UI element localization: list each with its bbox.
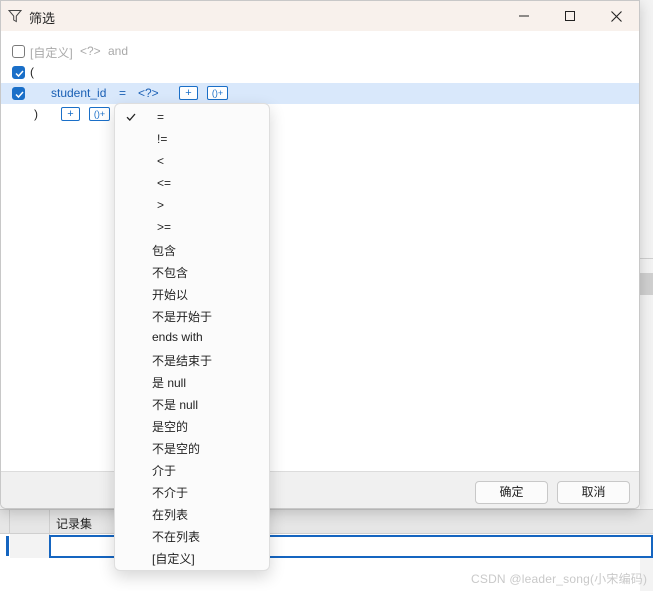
operator-menu-item[interactable]: 不是结束于 <box>115 348 269 370</box>
checkmark-icon <box>126 113 136 121</box>
cancel-button[interactable]: 取消 <box>557 481 630 504</box>
add-group-button[interactable]: ()+ <box>89 107 110 121</box>
background-scrollbar[interactable] <box>640 273 653 295</box>
operator-menu-item[interactable]: [自定义] <box>115 546 269 568</box>
operator-menu-item[interactable]: 介于 <box>115 458 269 480</box>
ok-button[interactable]: 确定 <box>475 481 548 504</box>
title-bar: 筛选 <box>1 1 639 31</box>
add-condition-button[interactable]: + <box>61 107 80 121</box>
operator-menu-item[interactable]: = <box>115 106 269 128</box>
operator-menu-item[interactable]: 不包含 <box>115 260 269 282</box>
maximize-icon <box>565 11 575 21</box>
operator-menu-item[interactable]: 包含 <box>115 238 269 260</box>
operator-menu-item[interactable]: 不是空的 <box>115 436 269 458</box>
operator-menu-item-label: = <box>157 110 165 124</box>
operator-menu-item[interactable]: > <box>115 194 269 216</box>
grid-header-rowhead <box>10 510 50 533</box>
grid-header-corner <box>0 510 10 533</box>
custom-row-checkbox[interactable] <box>12 45 25 58</box>
operator-menu-item-label: [自定义] <box>152 552 195 566</box>
background-divider <box>640 258 653 259</box>
condition-field[interactable]: student_id <box>51 86 106 100</box>
operator-menu-item-label: 不介于 <box>152 486 189 500</box>
custom-value-placeholder[interactable]: <?> <box>80 44 101 58</box>
operator-menu-item[interactable]: ends with <box>115 326 269 348</box>
operator-menu-item-label: 不是结束于 <box>152 354 213 368</box>
dialog-footer: 确定 取消 <box>1 471 639 508</box>
operator-menu-item[interactable]: 不介于 <box>115 480 269 502</box>
operator-menu-item-label: 不在列表 <box>152 530 201 544</box>
operator-menu-item-label: < <box>157 154 165 168</box>
minimize-icon <box>519 15 529 17</box>
filter-row-group-open[interactable]: ( <box>1 62 639 83</box>
operator-menu-item[interactable]: 不是开始于 <box>115 304 269 326</box>
operator-menu-item[interactable]: != <box>115 128 269 150</box>
operator-menu-item-label: 是 null <box>152 376 187 390</box>
operator-menu-item-label: 不包含 <box>152 266 189 280</box>
background-panel <box>640 0 653 591</box>
filter-row-group-close[interactable]: ) + ()+ <box>1 104 639 125</box>
operator-menu-item-label: >= <box>157 220 172 234</box>
row-indicator <box>6 536 9 556</box>
operator-menu-item-label: 不是开始于 <box>152 310 213 324</box>
condition-checkbox[interactable] <box>12 87 25 100</box>
group-checkbox[interactable] <box>12 66 25 79</box>
group-open-paren: ( <box>30 65 34 79</box>
filter-row-custom[interactable]: [自定义] <?> and <box>1 41 639 62</box>
operator-menu-item-label: 介于 <box>152 464 177 478</box>
group-close-paren: ) <box>34 107 38 121</box>
operator-menu-item-label: > <box>157 198 165 212</box>
operator-menu-item-label: 不是 null <box>152 398 199 412</box>
operator-menu-item[interactable]: 是 null <box>115 370 269 392</box>
condition-value[interactable]: <?> <box>138 86 159 100</box>
grid-header: 记录集 <box>0 509 653 534</box>
operator-menu-item[interactable]: 开始以 <box>115 282 269 304</box>
operator-menu-item-label: 包含 <box>152 244 177 258</box>
check-icon <box>15 70 24 78</box>
operator-menu-item[interactable]: 不是 null <box>115 392 269 414</box>
operator-menu-item-label: != <box>157 132 168 146</box>
operator-menu-item-label: 是空的 <box>152 420 189 434</box>
close-button[interactable] <box>593 1 639 31</box>
add-group-button[interactable]: ()+ <box>207 86 228 100</box>
filter-dialog: 筛选 [自定义] <?> and (student_id = <?> + ()… <box>0 0 640 509</box>
operator-menu-item[interactable]: 是空的 <box>115 414 269 436</box>
operator-menu-item[interactable]: 不在列表 <box>115 524 269 546</box>
operator-menu-item[interactable]: < <box>115 150 269 172</box>
maximize-button[interactable] <box>547 1 593 31</box>
logic-connector[interactable]: and <box>108 44 128 58</box>
filter-row-condition[interactable]: student_id = <?> + ()+ <box>1 83 639 104</box>
check-icon <box>15 91 24 99</box>
operator-dropdown-menu: = != < <= > >= 包含不包含开始以不是开始于 ends with 不是结束于是 nu… <box>114 103 270 571</box>
close-icon <box>610 10 622 22</box>
operator-menu-item-label: 不是空的 <box>152 442 201 456</box>
grid-row <box>0 534 653 558</box>
operator-menu-item[interactable]: >= <box>115 216 269 238</box>
operator-menu-item[interactable]: <= <box>115 172 269 194</box>
operator-menu-item-label: <= <box>157 176 172 190</box>
filter-icon <box>8 10 22 23</box>
condition-operator[interactable]: = <box>119 86 126 100</box>
watermark: CSDN @leader_song(小宋编码) <box>471 572 648 586</box>
grid-column-header[interactable]: 记录集 <box>56 515 92 532</box>
operator-menu-item-label: ends with <box>152 330 203 344</box>
row-header[interactable] <box>10 534 50 558</box>
filter-editor[interactable]: [自定义] <?> and ( student_id = <?> + ()+ )… <box>1 31 639 492</box>
operator-menu-item-label: 开始以 <box>152 288 189 302</box>
operator-menu-item-label: 在列表 <box>152 508 189 522</box>
minimize-button[interactable] <box>501 1 547 31</box>
add-condition-button[interactable]: + <box>179 86 198 100</box>
custom-condition-label[interactable]: [自定义] <box>30 44 73 61</box>
window-title: 筛选 <box>29 11 56 26</box>
operator-menu-item[interactable]: 在列表 <box>115 502 269 524</box>
